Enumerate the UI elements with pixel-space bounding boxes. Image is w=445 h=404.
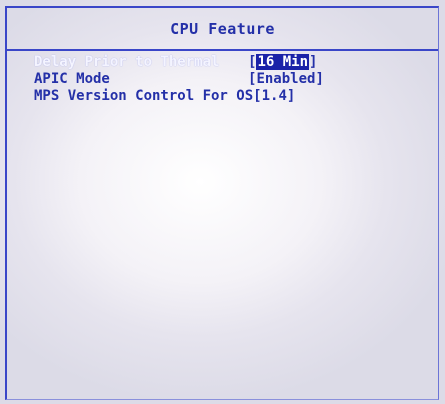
setting-value[interactable]: [1.4] <box>253 88 295 105</box>
page-title: CPU Feature <box>170 19 275 38</box>
setting-label: APIC Mode <box>34 71 110 87</box>
setting-mps-version-control[interactable]: MPS Version Control For OS [1.4] <box>34 88 324 105</box>
selected-value[interactable]: 16 Min <box>256 54 310 70</box>
setting-label: Delay Prior to Thermal <box>34 54 220 70</box>
option-value: Enabled <box>256 71 316 87</box>
title-bar: CPU Feature <box>7 8 438 51</box>
setting-delay-prior-to-thermal[interactable]: Delay Prior to Thermal [16 Min] <box>34 54 324 71</box>
setting-value[interactable]: [16 Min] <box>248 54 317 71</box>
setting-label: MPS Version Control For OS <box>34 88 254 104</box>
setting-apic-mode[interactable]: APIC Mode [Enabled] <box>34 71 324 88</box>
close-bracket: ] <box>309 54 318 70</box>
close-bracket: ] <box>286 88 296 104</box>
close-bracket: ] <box>315 71 324 87</box>
setting-value[interactable]: [Enabled] <box>248 71 324 88</box>
option-value: 1.4 <box>261 88 287 104</box>
bios-screen: CPU Feature Delay Prior to Thermal [16 Mi… <box>0 0 445 404</box>
settings-list: Delay Prior to Thermal [16 Min] APIC Mode… <box>34 54 324 105</box>
open-bracket: [ <box>253 88 262 104</box>
